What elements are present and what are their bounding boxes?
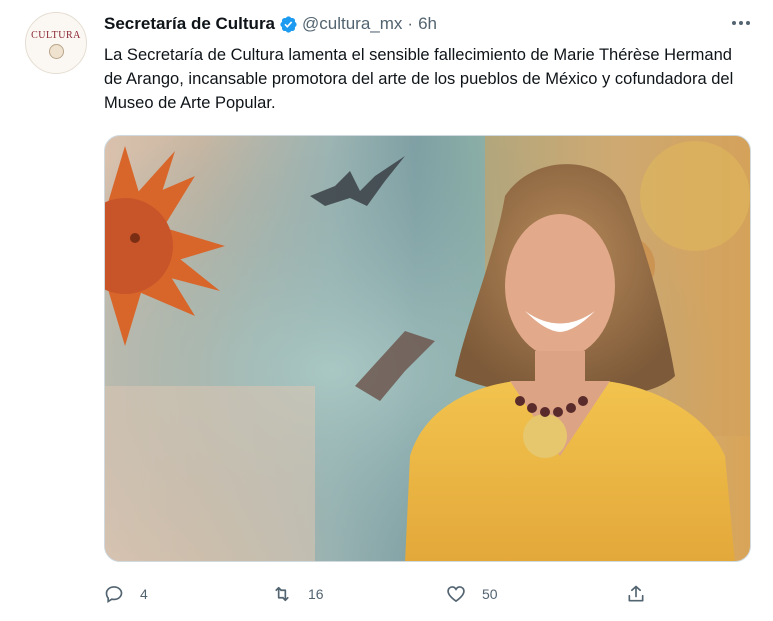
more-options-button[interactable]	[727, 12, 755, 34]
share-button[interactable]	[626, 580, 646, 608]
retweet-icon	[275, 586, 289, 602]
handle[interactable]: @cultura_mx	[302, 14, 402, 34]
reply-button[interactable]: 4	[104, 580, 148, 608]
tweet-photo[interactable]	[104, 135, 751, 562]
verified-badge-icon	[280, 15, 297, 33]
tweet-actions: 4 16 50	[104, 580, 664, 608]
share-icon	[628, 585, 644, 602]
tweet-text: La Secretaría de Cultura lamenta el sens…	[104, 46, 734, 112]
retweet-count: 16	[308, 586, 324, 602]
portrait-photo	[105, 136, 750, 561]
retweet-button[interactable]: 16	[272, 580, 324, 608]
tweet[interactable]: CULTURA Secretaría de Cultura @cultura_m…	[0, 0, 773, 621]
tweet-header: Secretaría de Cultura @cultura_mx · 6h	[104, 12, 713, 36]
like-count: 50	[482, 586, 498, 602]
separator-dot: ·	[407, 14, 414, 33]
reply-count: 4	[140, 586, 148, 602]
timestamp[interactable]: 6h	[418, 14, 437, 34]
like-button[interactable]: 50	[446, 580, 498, 608]
like-icon	[447, 586, 465, 603]
avatar-logo-text: CULTURA	[31, 29, 81, 41]
display-name[interactable]: Secretaría de Cultura	[104, 14, 275, 34]
avatar-seal-icon	[48, 43, 64, 59]
reply-icon	[105, 586, 123, 604]
more-icon	[732, 21, 750, 25]
avatar[interactable]: CULTURA	[25, 12, 87, 74]
